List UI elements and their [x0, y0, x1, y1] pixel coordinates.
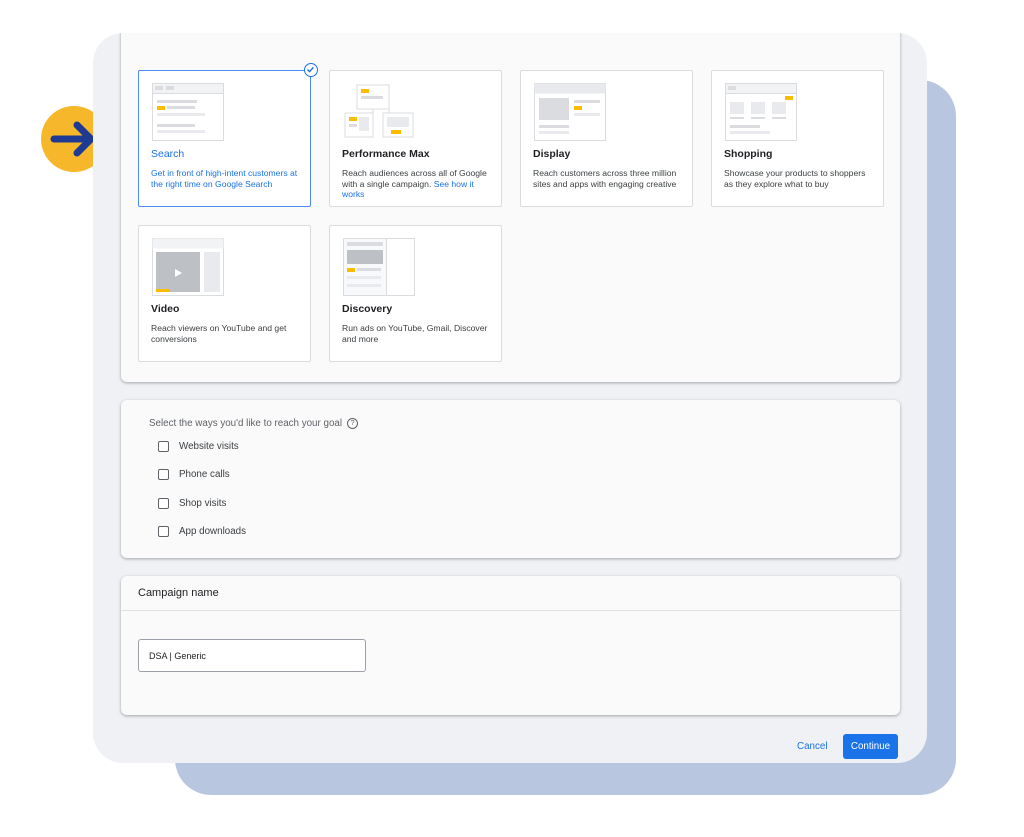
discovery-ad-thumbnail — [343, 238, 415, 296]
search-ad-thumbnail — [152, 83, 224, 141]
shopping-ad-thumbnail — [725, 83, 797, 141]
divider — [121, 610, 900, 611]
option-shop-visits[interactable]: Shop visits — [158, 495, 226, 511]
campaign-type-title: Performance Max — [342, 148, 430, 160]
display-ad-thumbnail — [534, 83, 606, 141]
option-label: App downloads — [179, 525, 246, 537]
goal-options-card: Select the ways you'd like to reach your… — [121, 400, 900, 558]
checkbox[interactable] — [158, 497, 169, 509]
campaign-type-description: Showcase your products to shoppers as th… — [724, 168, 866, 189]
option-phone-calls[interactable]: Phone calls — [158, 466, 230, 482]
campaign-name-input[interactable] — [138, 639, 366, 672]
performance-max-thumbnail — [344, 84, 414, 138]
campaign-type-discovery[interactable]: Discovery Run ads on YouTube, Gmail, Dis… — [329, 225, 502, 362]
checkbox[interactable] — [158, 440, 169, 452]
campaign-type-title: Search — [151, 148, 185, 160]
campaign-type-title: Video — [151, 303, 180, 315]
help-circle-icon[interactable]: ? — [347, 418, 359, 429]
goal-options-heading-text: Select the ways you'd like to reach your… — [149, 418, 343, 429]
campaign-type-shopping[interactable]: Shopping Showcase your products to shopp… — [711, 70, 884, 207]
campaign-type-description: Reach customers across three million sit… — [533, 168, 677, 189]
campaign-type-title: Discovery — [342, 303, 393, 315]
campaign-type-search[interactable]: Search Get in front of high-intent custo… — [138, 63, 318, 207]
cancel-button[interactable]: Cancel — [793, 734, 832, 758]
option-label: Phone calls — [179, 468, 230, 480]
campaign-type-description: Reach audiences across all of Google wit… — [342, 168, 494, 200]
campaign-type-card: Search Get in front of high-intent custo… — [121, 33, 900, 382]
video-ad-thumbnail — [152, 238, 224, 296]
check-circle-icon — [304, 63, 318, 77]
campaign-name-card: Campaign name — [121, 576, 900, 715]
checkbox[interactable] — [158, 525, 169, 537]
campaign-type-title: Display — [533, 148, 571, 160]
campaign-setup-window: Search Get in front of high-intent custo… — [93, 33, 927, 763]
option-label: Shop visits — [179, 497, 227, 509]
goal-options-heading: Select the ways you'd like to reach your… — [149, 418, 359, 429]
option-label: Website visits — [179, 440, 239, 452]
campaign-type-display[interactable]: Display Reach customers across three mil… — [520, 70, 693, 207]
campaign-type-title: Shopping — [724, 148, 773, 160]
campaign-type-description: Run ads on YouTube, Gmail, Discover and … — [342, 323, 488, 344]
campaign-type-performance-max[interactable]: Performance Max Reach audiences across a… — [329, 70, 502, 207]
checkbox[interactable] — [158, 468, 169, 480]
option-app-downloads[interactable]: App downloads — [158, 523, 246, 539]
campaign-name-heading: Campaign name — [138, 587, 219, 599]
option-website-visits[interactable]: Website visits — [158, 438, 239, 454]
continue-button[interactable]: Continue — [843, 734, 898, 759]
campaign-type-video[interactable]: Video Reach viewers on YouTube and get c… — [138, 225, 311, 362]
campaign-type-description: Reach viewers on YouTube and get convers… — [151, 323, 287, 344]
campaign-type-description: Get in front of high-intent customers at… — [151, 168, 298, 189]
